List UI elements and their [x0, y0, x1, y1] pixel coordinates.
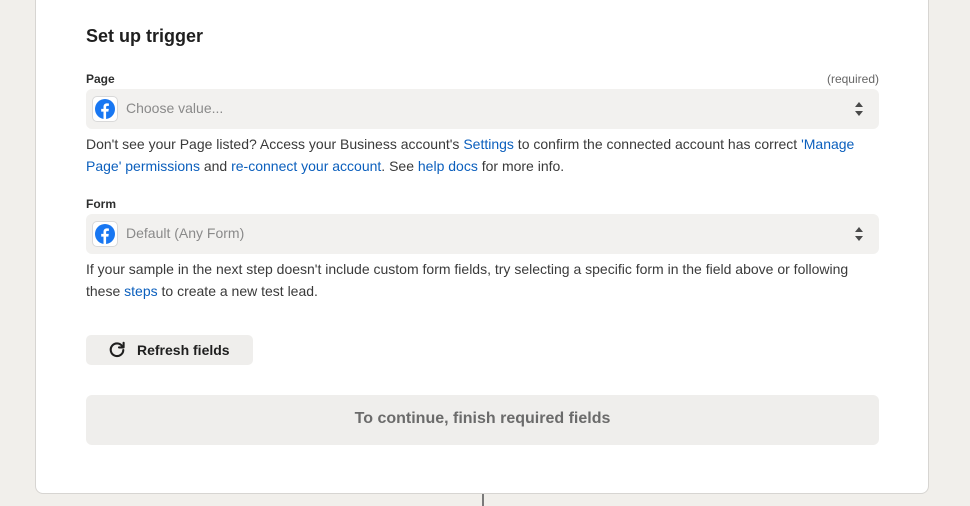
help-text: to confirm the connected account has cor…	[513, 136, 802, 152]
section-title: Set up trigger	[86, 26, 204, 46]
form-select[interactable]: Default (Any Form)	[86, 214, 879, 254]
continue-button-label: To continue, finish required fields	[354, 410, 611, 427]
page-select[interactable]: Choose value...	[86, 89, 879, 129]
facebook-icon	[92, 221, 118, 247]
page-select-value: Choose value...	[126, 100, 224, 116]
step-connector-line	[482, 494, 484, 506]
form-select-value: Default (Any Form)	[126, 225, 245, 241]
help-text: and	[199, 158, 232, 174]
required-note: (required)	[826, 72, 879, 86]
help-text: . See	[381, 158, 418, 174]
sort-arrows-icon	[855, 227, 863, 241]
page-field-label: Page	[86, 72, 115, 86]
facebook-icon	[92, 96, 118, 122]
help-text: for more info.	[477, 158, 565, 174]
page-help-text: Don't see your Page listed? Access your …	[86, 133, 879, 177]
help-text: to create a new test lead.	[157, 283, 318, 299]
refresh-icon	[109, 341, 125, 358]
help-docs-link[interactable]: help docs	[418, 158, 478, 174]
form-help-text: If your sample in the next step doesn't …	[86, 258, 879, 302]
refresh-fields-label: Refresh fields	[137, 342, 230, 358]
refresh-fields-button[interactable]: Refresh fields	[86, 335, 253, 365]
help-text: Don't see your Page listed? Access your …	[86, 136, 464, 152]
steps-link[interactable]: steps	[124, 283, 157, 299]
form-field-label: Form	[86, 197, 116, 211]
continue-button[interactable]: To continue, finish required fields	[86, 395, 879, 445]
sort-arrows-icon	[855, 102, 863, 116]
reconnect-account-link[interactable]: re-connect your account	[231, 158, 381, 174]
settings-link[interactable]: Settings	[463, 136, 514, 152]
